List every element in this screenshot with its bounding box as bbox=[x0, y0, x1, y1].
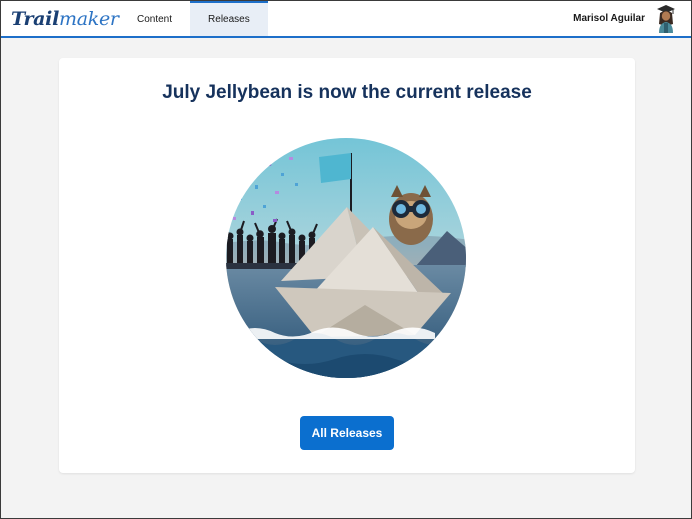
release-card: July Jellybean is now the current releas… bbox=[59, 58, 635, 473]
all-releases-button[interactable]: All Releases bbox=[300, 416, 394, 450]
user-menu[interactable]: Marisol Aguilar bbox=[573, 1, 691, 36]
top-navigation-bar: Trail maker Content Releases Marisol Agui… bbox=[1, 1, 691, 38]
tab-releases[interactable]: Releases bbox=[190, 1, 268, 36]
user-name: Marisol Aguilar bbox=[573, 13, 645, 24]
tab-content[interactable]: Content bbox=[119, 1, 190, 36]
release-headline: July Jellybean is now the current releas… bbox=[162, 82, 532, 103]
avatar[interactable] bbox=[655, 4, 677, 34]
paper-boat-illustration bbox=[226, 138, 466, 378]
trailmaker-logo[interactable]: Trail maker bbox=[1, 1, 119, 36]
logo-part-trail: Trail bbox=[11, 7, 60, 30]
logo-part-maker: maker bbox=[59, 7, 119, 30]
